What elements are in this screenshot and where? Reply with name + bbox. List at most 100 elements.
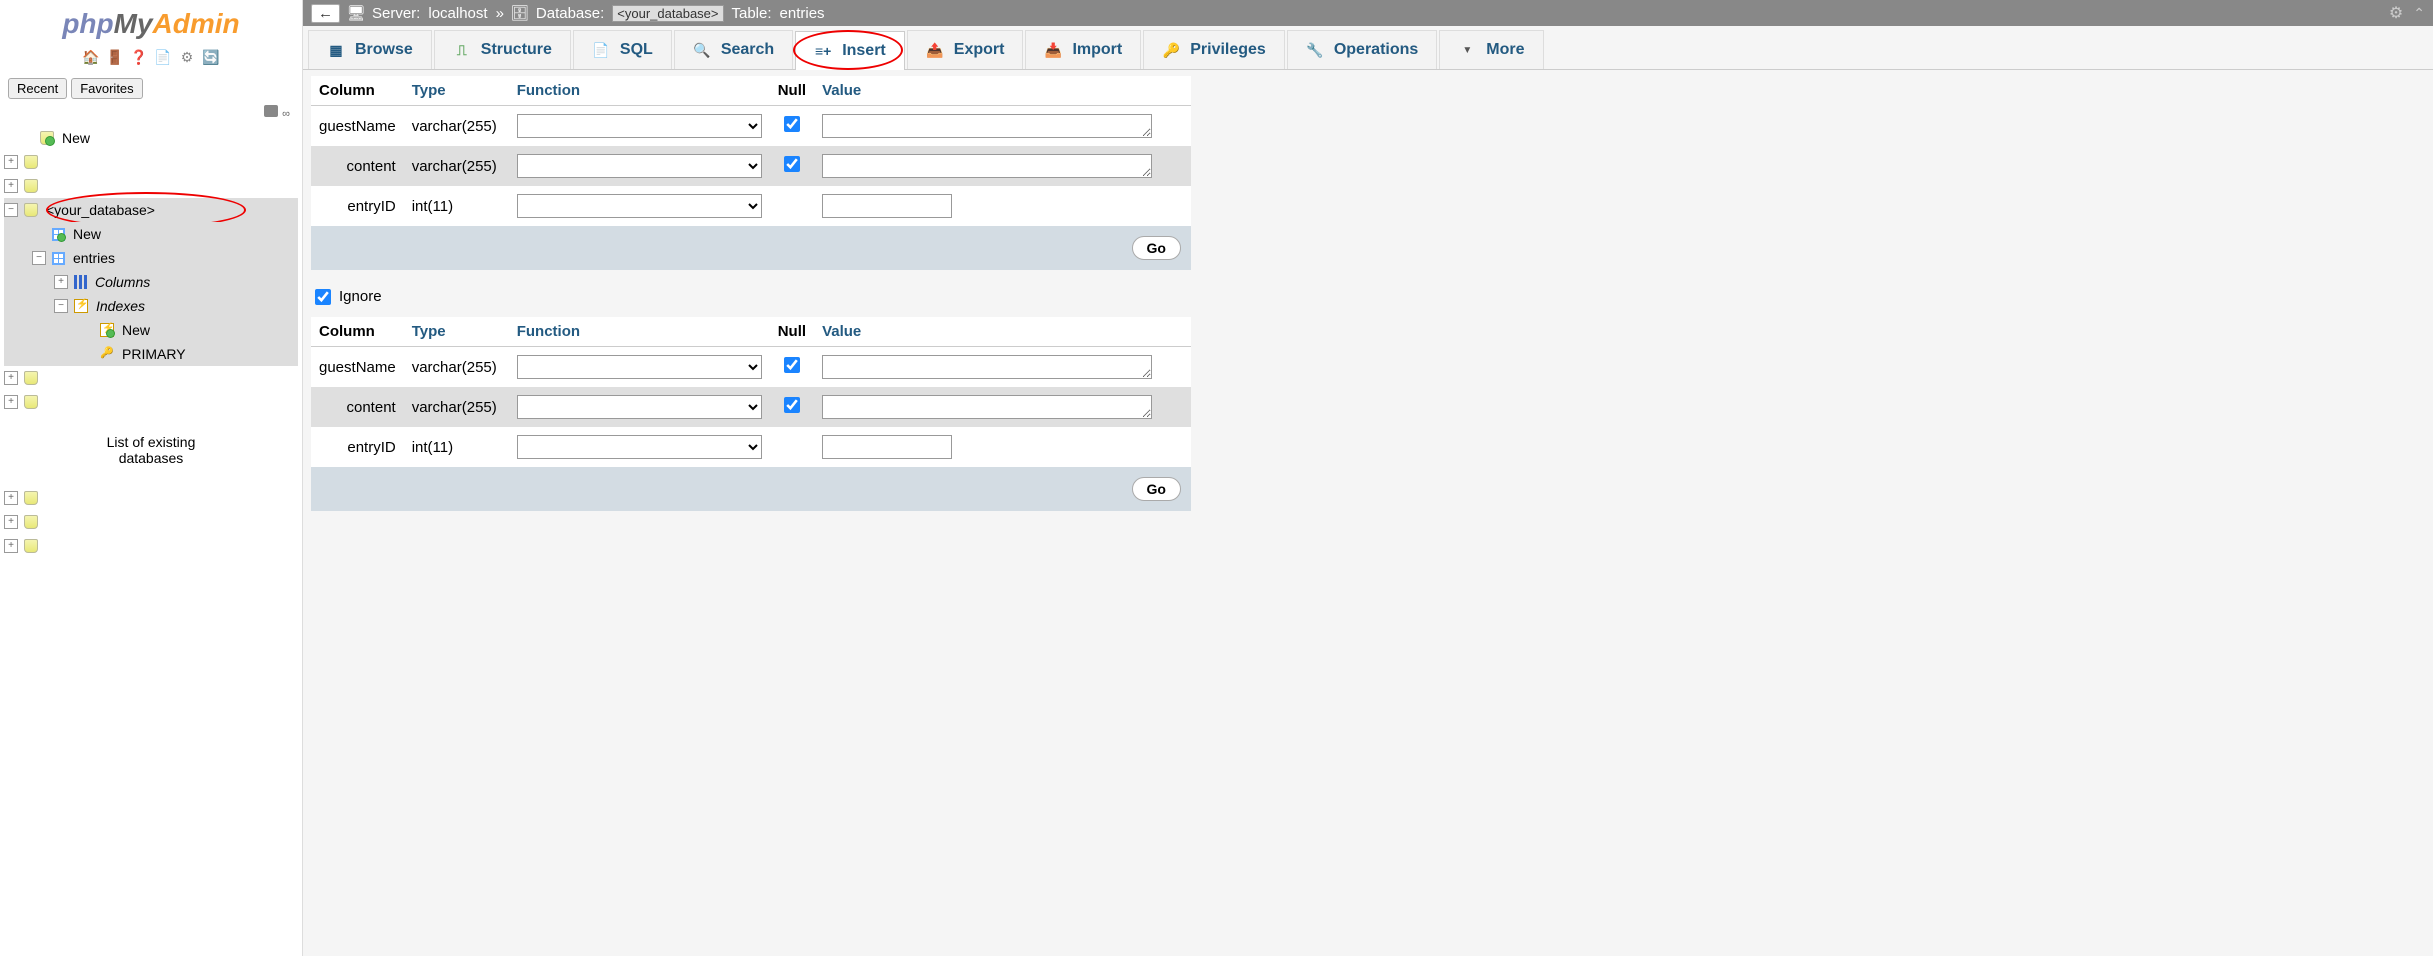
- header-null: Null: [770, 317, 814, 347]
- search-icon: 🔍: [693, 41, 711, 59]
- function-select[interactable]: [517, 355, 762, 379]
- tab-sql[interactable]: 📄SQL: [573, 30, 672, 69]
- insert-row: entryID int(11): [311, 427, 1191, 467]
- collapse-top-icon[interactable]: ⌃: [2413, 5, 2425, 22]
- reload-icon[interactable]: 🔄: [202, 48, 220, 66]
- settings-icon[interactable]: ⚙: [178, 48, 196, 66]
- expand-icon[interactable]: +: [4, 395, 18, 409]
- tab-operations[interactable]: 🔧Operations: [1287, 30, 1437, 69]
- database-icon: [24, 155, 38, 169]
- value-textarea[interactable]: [822, 114, 1152, 138]
- go-button[interactable]: Go: [1132, 477, 1181, 501]
- null-checkbox[interactable]: [784, 116, 800, 132]
- tab-search[interactable]: 🔍Search: [674, 30, 793, 69]
- expand-icon[interactable]: +: [4, 155, 18, 169]
- function-select[interactable]: [517, 194, 762, 218]
- privileges-icon: 🔑: [1162, 41, 1180, 59]
- tree-your-database[interactable]: − <your_database>: [4, 198, 298, 222]
- go-button[interactable]: Go: [1132, 236, 1181, 260]
- insert-form: Column Type Function Null Value guestNam…: [303, 70, 2433, 517]
- value-input[interactable]: [822, 435, 952, 459]
- tab-more[interactable]: More: [1439, 30, 1543, 69]
- collapse-icon[interactable]: −: [54, 299, 68, 313]
- insert-row: content varchar(255): [311, 387, 1191, 427]
- docs-icon[interactable]: ❓: [130, 48, 148, 66]
- collapse-icon[interactable]: −: [32, 251, 46, 265]
- field-type: varchar(255): [404, 146, 509, 186]
- insert-row: guestName varchar(255): [311, 106, 1191, 147]
- ignore-checkbox[interactable]: [315, 289, 331, 305]
- tree-primary-key[interactable]: PRIMARY: [4, 342, 298, 366]
- insert-row: content varchar(255): [311, 146, 1191, 186]
- tab-privileges[interactable]: 🔑Privileges: [1143, 30, 1285, 69]
- value-textarea[interactable]: [822, 395, 1152, 419]
- breadcrumb-table-link[interactable]: entries: [780, 5, 825, 22]
- database-icon: [24, 515, 38, 529]
- header-column: Column: [311, 76, 404, 106]
- value-textarea[interactable]: [822, 355, 1152, 379]
- header-function[interactable]: Function: [509, 317, 770, 347]
- expand-icon[interactable]: +: [4, 515, 18, 529]
- favorites-tab[interactable]: Favorites: [71, 78, 142, 99]
- field-name: content: [311, 146, 404, 186]
- columns-icon: [74, 275, 87, 289]
- value-input[interactable]: [822, 194, 952, 218]
- tree-table-entries[interactable]: − entries: [4, 246, 298, 270]
- new-table-icon: [52, 228, 65, 241]
- function-select[interactable]: [517, 114, 762, 138]
- tree-new-db[interactable]: New: [4, 126, 298, 150]
- header-type[interactable]: Type: [404, 76, 509, 106]
- insert-row: entryID int(11): [311, 186, 1191, 226]
- expand-icon[interactable]: +: [4, 179, 18, 193]
- breadcrumb-database-link[interactable]: <your_database>: [612, 5, 723, 22]
- link-icon[interactable]: [282, 105, 290, 120]
- collapse-icon[interactable]: −: [4, 203, 18, 217]
- tab-import[interactable]: 📥Import: [1025, 30, 1141, 69]
- field-type: int(11): [404, 186, 509, 226]
- database-icon: [24, 371, 38, 385]
- header-function[interactable]: Function: [509, 76, 770, 106]
- logout-icon[interactable]: 🚪: [106, 48, 124, 66]
- tab-browse[interactable]: ▦Browse: [308, 30, 432, 69]
- tree-new-table[interactable]: New: [4, 222, 298, 246]
- null-checkbox[interactable]: [784, 156, 800, 172]
- null-checkbox[interactable]: [784, 397, 800, 413]
- breadcrumb: ← 🖥 Server: localhost » 🗄 Database: <you…: [303, 0, 2433, 26]
- home-icon[interactable]: 🏠: [82, 48, 100, 66]
- field-name: entryID: [311, 186, 404, 226]
- function-select[interactable]: [517, 435, 762, 459]
- field-type: varchar(255): [404, 347, 509, 388]
- go-row: Go: [311, 467, 1191, 511]
- collapse-tree-icon[interactable]: [264, 105, 278, 117]
- header-type[interactable]: Type: [404, 317, 509, 347]
- field-type: int(11): [404, 427, 509, 467]
- tab-export[interactable]: 📤Export: [907, 30, 1024, 69]
- tab-structure[interactable]: ⎍Structure: [434, 30, 571, 69]
- recent-tab[interactable]: Recent: [8, 78, 67, 99]
- sidebar: phpMyAdmin 🏠 🚪 ❓ 📄 ⚙ 🔄 Recent Favorites …: [0, 0, 303, 956]
- breadcrumb-server-link[interactable]: localhost: [428, 5, 487, 22]
- tree-indexes[interactable]: − Indexes: [4, 294, 298, 318]
- header-value: Value: [814, 76, 1191, 106]
- main-panel: ← 🖥 Server: localhost » 🗄 Database: <you…: [303, 0, 2433, 956]
- value-textarea[interactable]: [822, 154, 1152, 178]
- back-button[interactable]: ←: [311, 4, 340, 23]
- expand-icon[interactable]: +: [4, 371, 18, 385]
- database-icon: 🗄: [512, 5, 528, 21]
- expand-icon[interactable]: +: [4, 491, 18, 505]
- database-icon: [24, 491, 38, 505]
- null-checkbox[interactable]: [784, 357, 800, 373]
- expand-icon[interactable]: +: [54, 275, 68, 289]
- sql-docs-icon[interactable]: 📄: [154, 48, 172, 66]
- tab-insert[interactable]: ≡+Insert: [795, 31, 905, 70]
- field-name: entryID: [311, 427, 404, 467]
- function-select[interactable]: [517, 395, 762, 419]
- page-settings-icon[interactable]: [2389, 3, 2403, 23]
- tree-new-index[interactable]: New: [4, 318, 298, 342]
- insert-icon: ≡+: [814, 42, 832, 60]
- browse-icon: ▦: [327, 41, 345, 59]
- tree-columns[interactable]: + Columns: [4, 270, 298, 294]
- expand-icon[interactable]: +: [4, 539, 18, 553]
- primary-key-icon: [100, 347, 114, 361]
- function-select[interactable]: [517, 154, 762, 178]
